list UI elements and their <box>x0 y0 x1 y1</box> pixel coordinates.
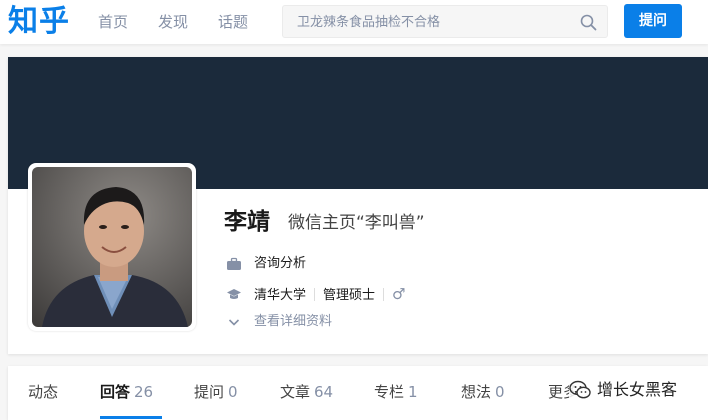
zhihu-logo[interactable]: 知乎 <box>8 2 70 42</box>
industry-text: 咨询分析 <box>254 256 307 271</box>
nav-discover[interactable]: 发现 <box>158 11 188 33</box>
avatar-image <box>32 167 192 327</box>
avatar[interactable] <box>28 163 196 331</box>
male-gender-icon: ♂ <box>392 285 406 303</box>
tab-articles[interactable]: 文章 64 <box>280 381 333 403</box>
ask-question-button[interactable]: 提问 <box>624 4 682 38</box>
tab-thoughts[interactable]: 想法 0 <box>461 381 505 403</box>
briefcase-icon <box>227 257 241 270</box>
top-navigation-bar: 知乎 首页 发现 话题 提问 <box>0 0 708 44</box>
view-details-link[interactable]: 查看详细资料 <box>254 312 332 332</box>
profile-headline: 微信主页“李叫兽” <box>288 213 425 233</box>
nav-topics[interactable]: 话题 <box>218 11 248 33</box>
watermark-text: 增长女黑客 <box>597 380 678 399</box>
tab-questions[interactable]: 提问 0 <box>194 381 238 403</box>
profile-card: 李靖 微信主页“李叫兽” 咨询分析 清华大学 管理硕士 ♂ 查看详细资料 <box>8 57 708 354</box>
graduation-cap-icon <box>227 289 241 299</box>
tab-columns[interactable]: 专栏 1 <box>374 381 418 403</box>
nav-home[interactable]: 首页 <box>98 11 128 33</box>
wechat-icon <box>569 380 591 399</box>
active-tab-indicator <box>100 416 162 419</box>
search-input[interactable] <box>297 13 567 31</box>
watermark: 增长女黑客 <box>569 378 677 402</box>
chevron-down-icon <box>228 319 240 326</box>
divider <box>383 288 385 301</box>
tab-activity[interactable]: 动态 <box>28 381 58 403</box>
school-text[interactable]: 清华大学 <box>254 288 306 303</box>
divider <box>314 288 316 301</box>
major-text: 管理硕士 <box>323 288 376 303</box>
search-icon[interactable] <box>580 14 597 31</box>
search-box[interactable] <box>282 5 608 38</box>
profile-name: 李靖 <box>224 209 270 235</box>
tab-answers[interactable]: 回答 26 <box>100 381 153 403</box>
